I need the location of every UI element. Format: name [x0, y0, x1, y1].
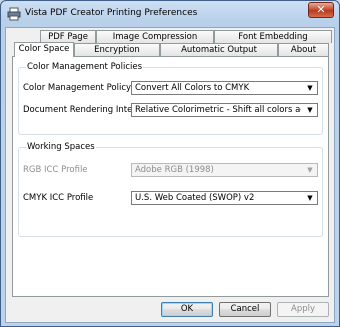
- working-spaces-group: Working Spaces RGB ICC Profile Adobe RGB…: [18, 142, 323, 237]
- tab-encryption[interactable]: Encryption: [74, 43, 160, 56]
- tab-color-space[interactable]: Color Space: [14, 42, 74, 57]
- tab-label: Color Space: [18, 44, 70, 54]
- chevron-down-icon: ▼: [307, 84, 313, 92]
- rendering-intent-select[interactable]: Relative Colorimetric - Shift all colors…: [131, 103, 318, 117]
- cancel-button[interactable]: Cancel: [219, 302, 271, 317]
- tab-about[interactable]: About: [278, 43, 329, 56]
- printer-icon: [7, 7, 21, 21]
- chevron-down-icon: ▼: [307, 106, 313, 114]
- cmyk-profile-select[interactable]: U.S. Web Coated (SWOP) v2 ▼: [131, 191, 318, 205]
- chevron-down-icon: ▼: [307, 166, 313, 174]
- dialog-window: Vista PDF Creator Printing Preferences ✕…: [0, 0, 340, 327]
- intent-label: Document Rendering Intent: [23, 105, 142, 115]
- select-value: Adobe RGB (1998): [135, 165, 214, 175]
- group-title: Color Management Policies: [26, 62, 144, 72]
- color-space-panel: Color Management Policies Color Manageme…: [12, 56, 329, 297]
- tab-font-embedding[interactable]: Font Embedding: [214, 30, 332, 43]
- rgb-profile-select[interactable]: Adobe RGB (1998) ▼: [131, 163, 318, 177]
- select-value: Relative Colorimetric - Shift all colors…: [135, 105, 301, 115]
- apply-button[interactable]: Apply: [277, 302, 329, 317]
- close-button[interactable]: ✕: [308, 2, 334, 18]
- select-value: U.S. Web Coated (SWOP) v2: [135, 193, 255, 203]
- window-title: Vista PDF Creator Printing Preferences: [25, 8, 198, 18]
- rgb-profile-label: RGB ICC Profile: [23, 165, 88, 175]
- close-icon: ✕: [316, 3, 326, 16]
- title-bar: Vista PDF Creator Printing Preferences ✕: [1, 1, 339, 27]
- color-management-policy-select[interactable]: Convert All Colors to CMYK ▼: [131, 81, 318, 95]
- tab-label: Image Compression: [112, 32, 198, 42]
- tab-label: Automatic Output: [181, 45, 257, 55]
- chevron-down-icon: ▼: [307, 194, 313, 202]
- tab-label: About: [290, 45, 317, 55]
- dialog-client: PDF Page Image Compression Font Embeddin…: [5, 27, 335, 323]
- policy-label: Color Management Policy: [23, 83, 132, 93]
- tab-label: Font Embedding: [238, 32, 308, 42]
- color-management-group: Color Management Policies Color Manageme…: [18, 62, 323, 135]
- group-title: Working Spaces: [26, 142, 96, 152]
- tab-label: Encryption: [94, 45, 140, 55]
- tab-image-compression[interactable]: Image Compression: [96, 30, 214, 43]
- select-value: Convert All Colors to CMYK: [135, 83, 250, 93]
- cmyk-profile-label: CMYK ICC Profile: [23, 193, 94, 203]
- tab-label: PDF Page: [48, 32, 88, 42]
- tab-automatic-output[interactable]: Automatic Output: [160, 43, 278, 56]
- ok-button[interactable]: OK: [161, 302, 213, 317]
